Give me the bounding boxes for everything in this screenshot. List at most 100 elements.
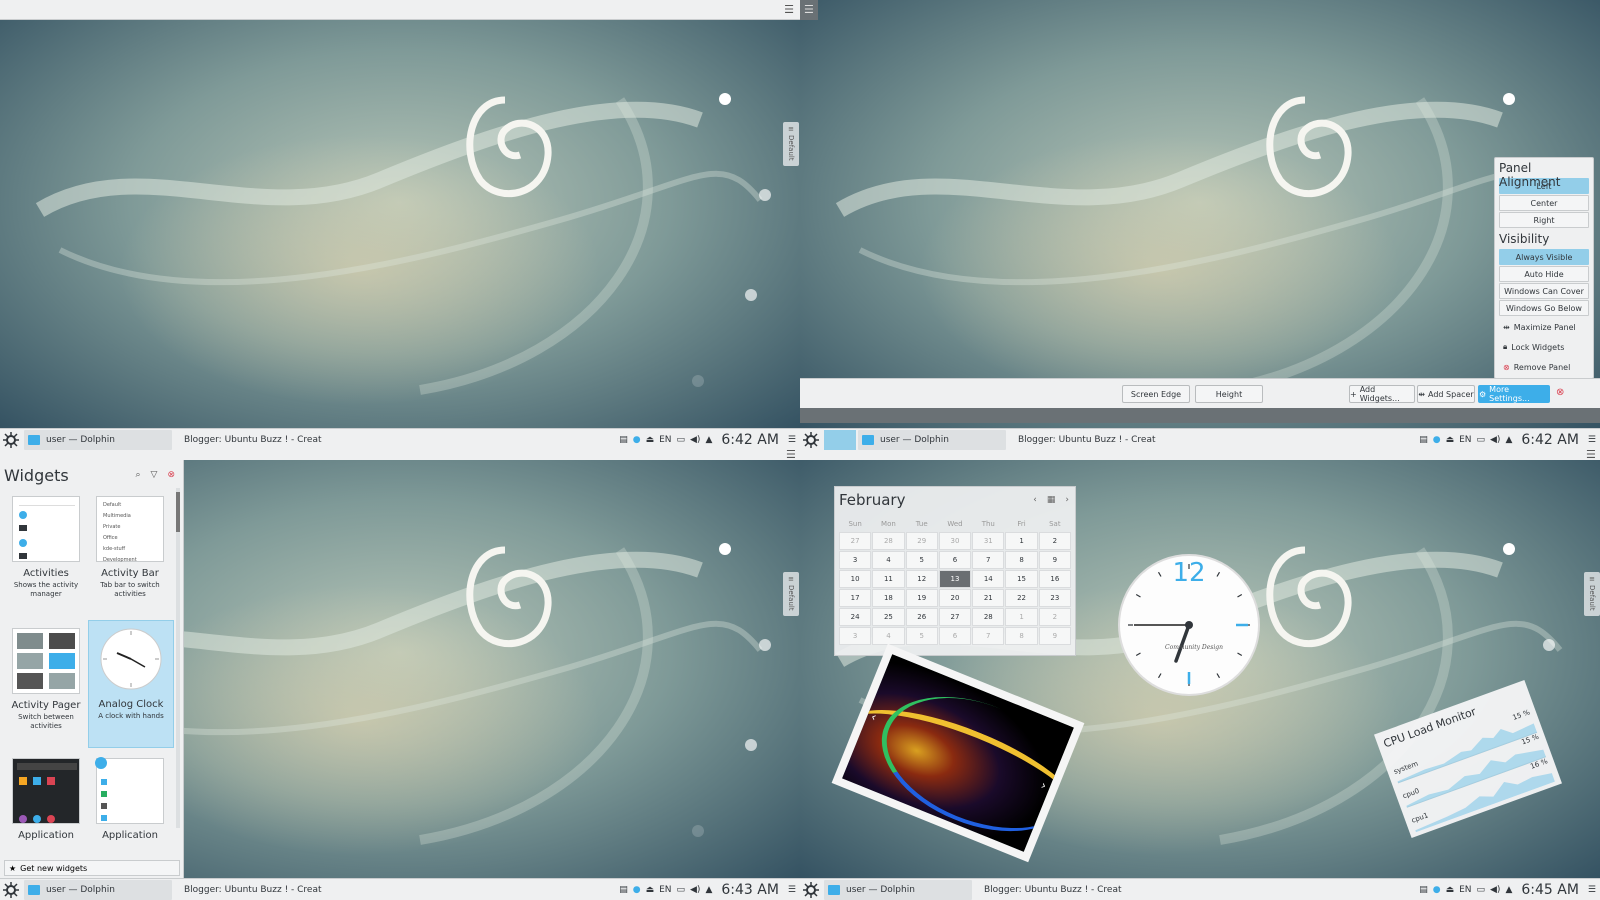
windows-go-below-button[interactable]: Windows Go Below	[1499, 300, 1589, 316]
close-icon[interactable]: ⊗	[167, 470, 175, 480]
calendar-day[interactable]: 4	[872, 627, 905, 645]
panel-menu-icon[interactable]: ☰	[786, 450, 796, 461]
update-icon[interactable]: ●	[1433, 435, 1441, 445]
panel-size-ruler[interactable]	[800, 408, 1600, 423]
height-button[interactable]: Height	[1195, 385, 1263, 403]
calendar-day[interactable]: 28	[872, 532, 905, 550]
calendar-day[interactable]: 23	[1038, 589, 1071, 607]
desktop-toolbox-tab[interactable]: ≡ Default	[783, 572, 799, 616]
calendar-day[interactable]: 7	[972, 627, 1005, 645]
calendar-day[interactable]: 27	[839, 532, 872, 550]
calendar-day[interactable]: 5	[905, 627, 938, 645]
calendar-day[interactable]: 18	[872, 589, 905, 607]
calendar-day[interactable]: 10	[839, 570, 872, 588]
update-icon[interactable]: ●	[1433, 885, 1441, 895]
task-firefox[interactable]: Blogger: Ubuntu Buzz ! - Create po...	[174, 880, 322, 900]
keyboard-layout-indicator[interactable]: EN	[1459, 885, 1471, 895]
calendar-day[interactable]: 25	[872, 608, 905, 626]
expand-tray-icon[interactable]: ▲	[1505, 435, 1512, 445]
add-widgets-button[interactable]: + Add Widgets...	[1349, 385, 1415, 403]
calendar-day[interactable]: 6	[938, 627, 972, 645]
calendar-day[interactable]: 3	[839, 627, 872, 645]
calendar-day[interactable]: 15	[1005, 570, 1038, 588]
calendar-day[interactable]: 1	[1005, 608, 1038, 626]
calendar-day[interactable]: 30	[938, 532, 972, 550]
expand-tray-icon[interactable]: ▲	[1505, 885, 1512, 895]
update-icon[interactable]: ●	[633, 435, 641, 445]
widget-card-activity-bar[interactable]: Default Multimedia Private Office kde-st…	[90, 496, 170, 599]
pager-desktop-1[interactable]	[824, 429, 856, 450]
digital-clock[interactable]: 6:42 AM	[1521, 432, 1579, 448]
keyboard-layout-indicator[interactable]: EN	[1459, 435, 1471, 445]
widget-card-activity-pager[interactable]: Activity Pager Switch between activities	[6, 628, 86, 731]
task-firefox[interactable]: Blogger: Ubuntu Buzz ! - Create po...	[974, 880, 1122, 900]
panel-menu-icon[interactable]: ☰	[1588, 885, 1596, 895]
network-icon[interactable]: ▭	[677, 435, 686, 445]
add-spacer-button[interactable]: ⇹ Add Spacer	[1417, 385, 1475, 403]
panel-menu-icon[interactable]: ☰	[788, 435, 796, 445]
panel-menu-icon[interactable]: ☰	[784, 3, 794, 16]
calendar-day[interactable]: 24	[839, 608, 872, 626]
widget-list-scrollbar[interactable]	[176, 488, 180, 828]
screen-edge-button[interactable]: Screen Edge	[1122, 385, 1190, 403]
clipboard-icon[interactable]: ▤	[619, 885, 628, 895]
network-icon[interactable]: ▭	[677, 885, 686, 895]
windows-can-cover-button[interactable]: Windows Can Cover	[1499, 283, 1589, 299]
usb-icon[interactable]: ⏏	[646, 885, 655, 895]
calendar-day[interactable]: 11	[872, 570, 905, 588]
task-dolphin[interactable]: user — Dolphin	[24, 879, 172, 900]
calendar-day[interactable]: 17	[839, 589, 872, 607]
calendar-day[interactable]: 9	[1038, 551, 1071, 569]
close-icon[interactable]: ⊗	[1556, 387, 1564, 398]
panel-menu-icon[interactable]: ☰	[1586, 450, 1596, 461]
clipboard-icon[interactable]: ▤	[1419, 435, 1428, 445]
usb-icon[interactable]: ⏏	[646, 435, 655, 445]
calendar-day[interactable]: 9	[1038, 627, 1071, 645]
calendar-day[interactable]: 31	[972, 532, 1005, 550]
network-icon[interactable]: ▭	[1477, 435, 1486, 445]
kde-launcher-icon[interactable]	[0, 879, 22, 900]
calendar-day[interactable]: 5	[905, 551, 938, 569]
kde-launcher-icon[interactable]	[800, 429, 822, 451]
chevron-right-icon[interactable]: ›	[1065, 495, 1069, 505]
calendar-day[interactable]: 6	[938, 551, 972, 569]
search-icon[interactable]: ⌕	[135, 470, 140, 480]
align-right-button[interactable]: Right	[1499, 212, 1589, 228]
volume-icon[interactable]: ◀)	[690, 435, 700, 445]
calendar-day[interactable]: 4	[872, 551, 905, 569]
auto-hide-button[interactable]: Auto Hide	[1499, 266, 1589, 282]
keyboard-layout-indicator[interactable]: EN	[659, 435, 671, 445]
digital-clock[interactable]: 6:42 AM	[721, 432, 779, 448]
usb-icon[interactable]: ⏏	[1446, 885, 1455, 895]
calendar-day[interactable]: 7	[972, 551, 1005, 569]
panel-edge-handle[interactable]: ☰	[800, 0, 818, 20]
align-center-button[interactable]: Center	[1499, 195, 1589, 211]
analog-clock-widget[interactable]: 12 Community Design	[1118, 554, 1260, 696]
calendar-day[interactable]: 29	[905, 532, 938, 550]
keyboard-layout-indicator[interactable]: EN	[659, 885, 671, 895]
usb-icon[interactable]: ⏏	[1446, 435, 1455, 445]
task-dolphin[interactable]: user — Dolphin	[24, 429, 172, 450]
maximize-panel-action[interactable]: ⇹ Maximize Panel	[1495, 317, 1593, 337]
calendar-day[interactable]: 22	[1005, 589, 1038, 607]
panel-menu-icon[interactable]: ☰	[1588, 435, 1596, 445]
task-dolphin[interactable]: user — Dolphin	[824, 879, 972, 900]
calendar-day[interactable]: 13	[938, 570, 972, 588]
top-panel[interactable]: ☰	[0, 0, 800, 20]
calendar-day[interactable]: 1	[1005, 532, 1038, 550]
widget-card-application-menu[interactable]: Application	[90, 757, 170, 841]
calendar-day[interactable]: 19	[905, 589, 938, 607]
clipboard-icon[interactable]: ▤	[619, 435, 628, 445]
widget-card-analog-clock[interactable]: Analog Clock A clock with hands	[88, 620, 174, 748]
calendar-day[interactable]: 14	[972, 570, 1005, 588]
desktop-toolbox-tab[interactable]: ≡ Default	[783, 122, 799, 166]
digital-clock[interactable]: 6:45 AM	[1521, 882, 1579, 898]
panel-menu-icon[interactable]: ☰	[788, 885, 796, 895]
task-firefox[interactable]: Blogger: Ubuntu Buzz ! - Create po...	[1008, 430, 1156, 450]
task-dolphin[interactable]: user — Dolphin	[858, 429, 1006, 450]
calendar-day[interactable]: 16	[1038, 570, 1071, 588]
calendar-day[interactable]: 12	[905, 570, 938, 588]
calendar-today-icon[interactable]: ▦	[1047, 495, 1056, 505]
digital-clock[interactable]: 6:43 AM	[721, 882, 779, 898]
always-visible-button[interactable]: Always Visible	[1499, 249, 1589, 265]
